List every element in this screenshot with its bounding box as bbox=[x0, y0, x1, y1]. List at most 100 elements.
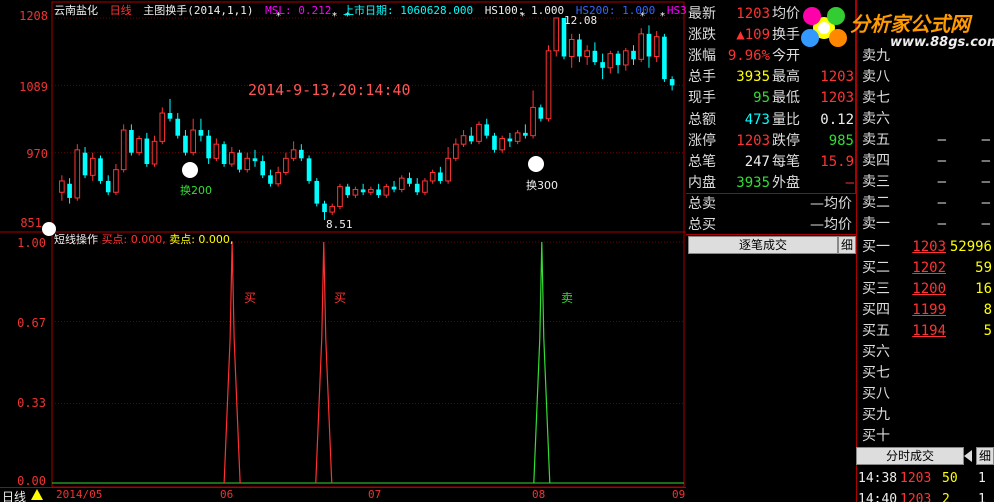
sell-total-value: —均价 bbox=[810, 196, 852, 212]
date-tick: 08 bbox=[532, 488, 546, 501]
buy-level-price bbox=[906, 426, 946, 447]
sell-level-volume: — bbox=[981, 216, 990, 232]
sub-y-tick-1: 1.00 bbox=[17, 236, 46, 250]
trades-detail-button[interactable]: 细 bbox=[976, 447, 994, 465]
candle-body bbox=[638, 33, 645, 60]
sell-level-volume: — bbox=[981, 153, 990, 169]
buy-level-label: 买二 bbox=[862, 260, 890, 276]
candle-body bbox=[120, 129, 127, 171]
candle-body bbox=[631, 50, 636, 60]
candle-body bbox=[368, 188, 374, 193]
sell-signal-label: 卖 bbox=[561, 291, 574, 305]
turnover-300-label: 换300 bbox=[526, 179, 558, 192]
sub-y-tick-067: 0.67 bbox=[17, 316, 46, 330]
candle-body bbox=[538, 107, 544, 119]
msl-value: MSL: 0.212 bbox=[265, 4, 332, 17]
buy-level-price bbox=[906, 363, 946, 384]
candle-body bbox=[499, 138, 506, 151]
candle-body bbox=[314, 180, 320, 204]
candle-body bbox=[376, 189, 381, 196]
candle-body bbox=[646, 33, 652, 57]
triangle-left-icon[interactable] bbox=[964, 450, 972, 462]
candle-body bbox=[553, 17, 560, 52]
sell-level-price: — bbox=[937, 216, 946, 232]
candle-body bbox=[167, 113, 173, 119]
sell-level-label: 卖一 bbox=[862, 216, 890, 232]
buy-level-price bbox=[906, 384, 946, 405]
sell-level-price: — bbox=[937, 132, 946, 148]
candle-body bbox=[183, 135, 188, 153]
sell-level-label: 卖二 bbox=[862, 195, 890, 211]
sub-chart-header: 短线操作 买点: 0.000, 卖点: 0.000, bbox=[54, 231, 233, 247]
kline-chart[interactable]: * * * * * * bbox=[0, 0, 686, 502]
trade-count: 1 bbox=[978, 471, 986, 486]
indicator-label[interactable]: 主图换手(2014,1,1) bbox=[143, 4, 253, 17]
period-tab[interactable]: 日线 bbox=[2, 488, 26, 502]
quote-value: 3935 bbox=[736, 174, 770, 191]
candle-body bbox=[414, 183, 420, 193]
quote-label: 外盘 bbox=[772, 174, 800, 191]
sell-level-label: 卖四 bbox=[862, 153, 890, 169]
date-tick: 2014/05 bbox=[56, 488, 103, 501]
candle-body bbox=[299, 149, 304, 159]
quote-value: ▲109 bbox=[736, 27, 770, 44]
candle-body bbox=[422, 180, 428, 193]
smiley-icon bbox=[182, 162, 198, 178]
buy-level-price bbox=[906, 405, 946, 426]
timestamp-label: 2014-9-13,20:14:40 bbox=[248, 81, 411, 99]
sell-level-volume: — bbox=[981, 174, 990, 190]
buy-level-label: 买九 bbox=[862, 407, 890, 423]
period-label[interactable]: 日线 bbox=[110, 4, 132, 17]
quote-label: 涨幅 bbox=[688, 48, 716, 65]
candle-body bbox=[322, 203, 327, 213]
y-tick-1089: 1089 bbox=[19, 80, 48, 94]
buy-level-label: 买七 bbox=[862, 365, 890, 381]
candle-body bbox=[584, 50, 590, 57]
sell-level-label: 卖三 bbox=[862, 174, 890, 190]
sell-level-volume bbox=[948, 88, 990, 109]
quote-label: 涨停 bbox=[688, 132, 716, 149]
quote-label: 内盘 bbox=[688, 174, 716, 191]
candle-body bbox=[190, 129, 197, 154]
candle-body bbox=[74, 149, 81, 199]
candle-body bbox=[507, 138, 513, 142]
candle-body bbox=[337, 186, 343, 207]
timeshare-button[interactable]: 分时成交 bbox=[856, 447, 964, 465]
candle-body bbox=[151, 140, 158, 165]
detail-button[interactable]: 细 bbox=[838, 236, 856, 254]
triangle-up-icon[interactable] bbox=[31, 489, 43, 500]
buy-total-value: —均价 bbox=[810, 217, 852, 233]
smiley-icon bbox=[528, 156, 544, 172]
candle-body bbox=[67, 183, 72, 198]
buy-level-volume: 5 bbox=[983, 323, 992, 339]
sell-point-label: 卖点: 0.000, bbox=[169, 233, 234, 246]
sell-level-price: — bbox=[937, 195, 946, 211]
candle-body bbox=[460, 135, 467, 145]
quote-value: 1203 bbox=[820, 90, 854, 107]
candle-body bbox=[429, 171, 436, 182]
buy-level-volume bbox=[944, 405, 992, 426]
sell-total-label: 总卖 bbox=[688, 196, 716, 212]
trade-volume: 2 bbox=[942, 492, 950, 502]
hs100-value: HS100: 1.000 bbox=[484, 4, 565, 17]
candle-body bbox=[607, 53, 614, 69]
quote-value: 247 bbox=[744, 153, 770, 170]
sell-level-volume: — bbox=[981, 132, 990, 148]
chart-area[interactable]: * * * * * * 云南盐化 日线 主图换手(2014,1,1) MSL: 0.212… bbox=[0, 0, 720, 502]
buy-level-volume: 16 bbox=[975, 281, 992, 297]
trade-price: 1203 bbox=[900, 471, 932, 486]
buy-point-label: 买点: 0.000, bbox=[101, 233, 166, 246]
sub-frame bbox=[51, 231, 685, 488]
main-frame bbox=[51, 1, 685, 233]
sub-chart-title[interactable]: 短线操作 bbox=[54, 233, 98, 246]
buy-level-price: 1194 bbox=[912, 323, 946, 339]
ticks-button[interactable]: 逐笔成交 bbox=[688, 236, 838, 254]
watermark-url: www.88gs.com bbox=[890, 35, 994, 50]
date-axis: 日线 2014/05 06 07 08 09 bbox=[0, 487, 686, 502]
quote-value: 1203 bbox=[820, 69, 854, 86]
quote-value: 0.12 bbox=[820, 111, 854, 128]
candle-body bbox=[237, 152, 242, 170]
sell-level-volume bbox=[948, 109, 990, 130]
buy-level-price: 1203 bbox=[912, 239, 946, 255]
candle-body bbox=[600, 62, 605, 68]
